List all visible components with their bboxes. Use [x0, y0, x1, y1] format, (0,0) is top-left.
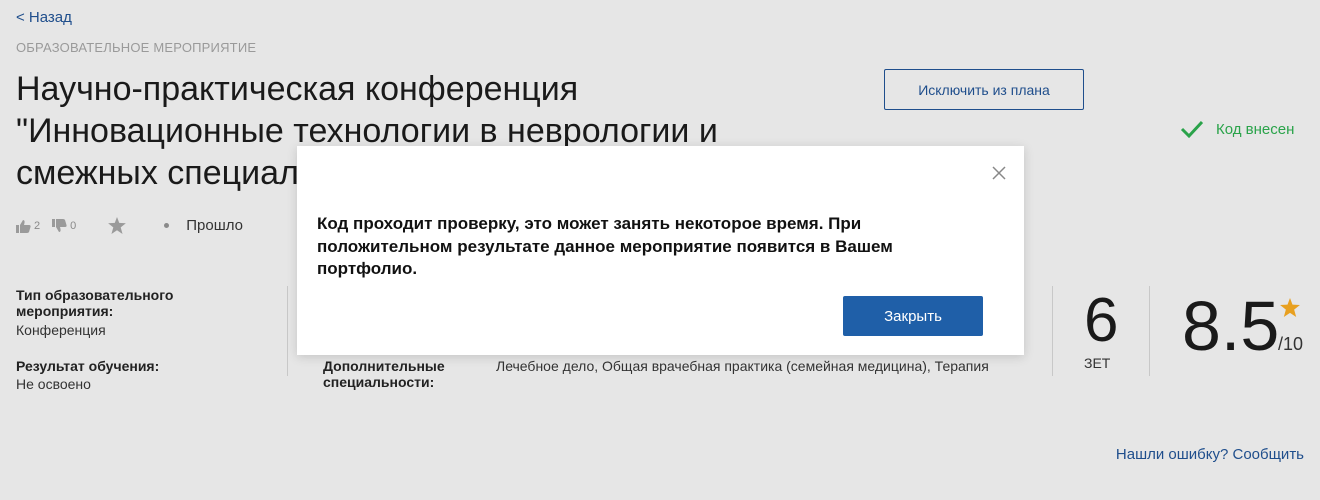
- divider: [287, 286, 288, 376]
- rating-star-icon: [1280, 298, 1300, 317]
- dislikes-count: 0: [70, 219, 77, 232]
- likes-count: 2: [34, 219, 41, 232]
- thumbs-down-icon[interactable]: [52, 218, 67, 233]
- extra-specialties-value: Лечебное дело, Общая врачебная практика …: [496, 358, 989, 374]
- event-status: Прошло: [186, 217, 244, 234]
- type-value: Конференция: [16, 322, 106, 338]
- close-icon[interactable]: [990, 164, 1008, 182]
- feedback-row: 2 0 Прошло: [16, 217, 243, 234]
- divider: [1149, 286, 1150, 376]
- thumbs-up-icon[interactable]: [16, 219, 31, 233]
- checkmark-icon: [1180, 120, 1204, 139]
- extra-specialties-label: Дополнительные специальности:: [323, 358, 445, 390]
- rating-scale: /10: [1278, 334, 1304, 354]
- back-link[interactable]: < Назад: [16, 9, 72, 26]
- type-label: Тип образовательного мероприятия:: [16, 287, 174, 319]
- event-page: < Назад ОБРАЗОВАТЕЛЬНОЕ МЕРОПРИЯТИЕ Науч…: [0, 0, 1320, 500]
- report-error-link[interactable]: Нашли ошибку? Сообщить: [1116, 446, 1304, 463]
- credits-value: 6: [1084, 286, 1119, 355]
- code-status-label: Код внесен: [1216, 120, 1295, 138]
- divider: [1052, 286, 1053, 376]
- code-check-modal: Код проходит проверку, это может занять …: [297, 146, 1024, 355]
- exclude-from-plan-button[interactable]: Исключить из плана: [884, 69, 1084, 110]
- modal-message: Код проходит проверку, это может занять …: [317, 214, 893, 278]
- close-button[interactable]: Закрыть: [843, 296, 983, 336]
- rating-value: 8.5: [1182, 287, 1280, 365]
- result-label: Результат обучения:: [16, 358, 160, 374]
- code-status: Код внесен: [1180, 119, 1294, 139]
- credits-unit: ЗЕТ: [1084, 355, 1111, 371]
- status-dot: [164, 223, 170, 228]
- result-value: Не освоено: [16, 376, 91, 392]
- event-category: ОБРАЗОВАТЕЛЬНОЕ МЕРОПРИЯТИЕ: [16, 40, 257, 55]
- favorite-star-icon[interactable]: [108, 217, 127, 234]
